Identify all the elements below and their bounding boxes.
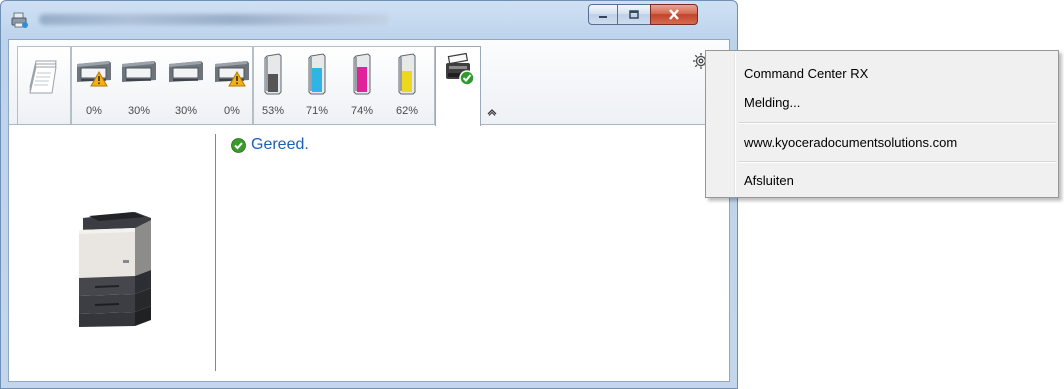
close-icon [669,9,679,20]
toner-magenta-icon [352,52,372,101]
panel-divider [215,134,216,371]
maximize-button[interactable] [617,4,651,25]
toner-black-icon [263,52,283,101]
menu-item-afsluiten[interactable]: Afsluiten [744,169,794,193]
menu-separator [738,122,1056,124]
toner-magenta-percent: 74% [350,105,374,117]
toner-yellow-percent: 62% [395,105,419,117]
toner-yellow-icon [397,52,417,101]
context-menu: Command Center RX Melding... www.kyocera… [705,50,1059,198]
menu-item-melding[interactable]: Melding... [744,91,800,115]
printer-status-window: 0% 30% 30% 0% 53% 71% 74% 62% Gereed. [0,0,738,389]
title-bar[interactable] [1,1,737,41]
menu-item-command-center[interactable]: Command Center RX [744,62,868,86]
tab-paper[interactable] [17,46,71,124]
window-title-obscured [39,14,389,25]
tray-4-icon [213,58,251,93]
tab-device[interactable] [435,46,481,126]
menu-gutter [734,53,736,195]
minimize-button[interactable] [588,4,618,25]
printer-image [79,212,151,327]
status-text: Gereed. [251,136,309,153]
check-circle-icon [231,137,246,153]
status-row: Gereed. [231,136,309,154]
paper-stack-icon [29,60,57,94]
status-toolbar: 0% 30% 30% 0% 53% 71% 74% 62% [9,40,729,126]
maximize-icon [629,10,639,19]
menu-item-website[interactable]: www.kyoceradocumentsolutions.com [744,131,957,155]
window-content: 0% 30% 30% 0% 53% 71% 74% 62% Gereed. [8,39,730,382]
tray-3-icon [167,58,205,93]
collapse-chevron-icon[interactable] [486,108,498,116]
menu-separator [738,161,1056,163]
tray-3-percent: 30% [174,105,198,117]
tray-4-percent: 0% [224,105,240,117]
toner-cyan-percent: 71% [305,105,329,117]
minimize-icon [599,15,607,18]
tray-2-percent: 30% [127,105,151,117]
toner-black-percent: 53% [261,105,285,117]
tray-1-percent: 0% [86,105,102,117]
close-button[interactable] [650,4,698,25]
device-ok-icon [446,53,475,86]
toner-cyan-icon [307,52,327,101]
tray-1-icon [75,58,113,93]
tray-2-icon [120,58,158,93]
printer-app-icon [11,12,28,28]
